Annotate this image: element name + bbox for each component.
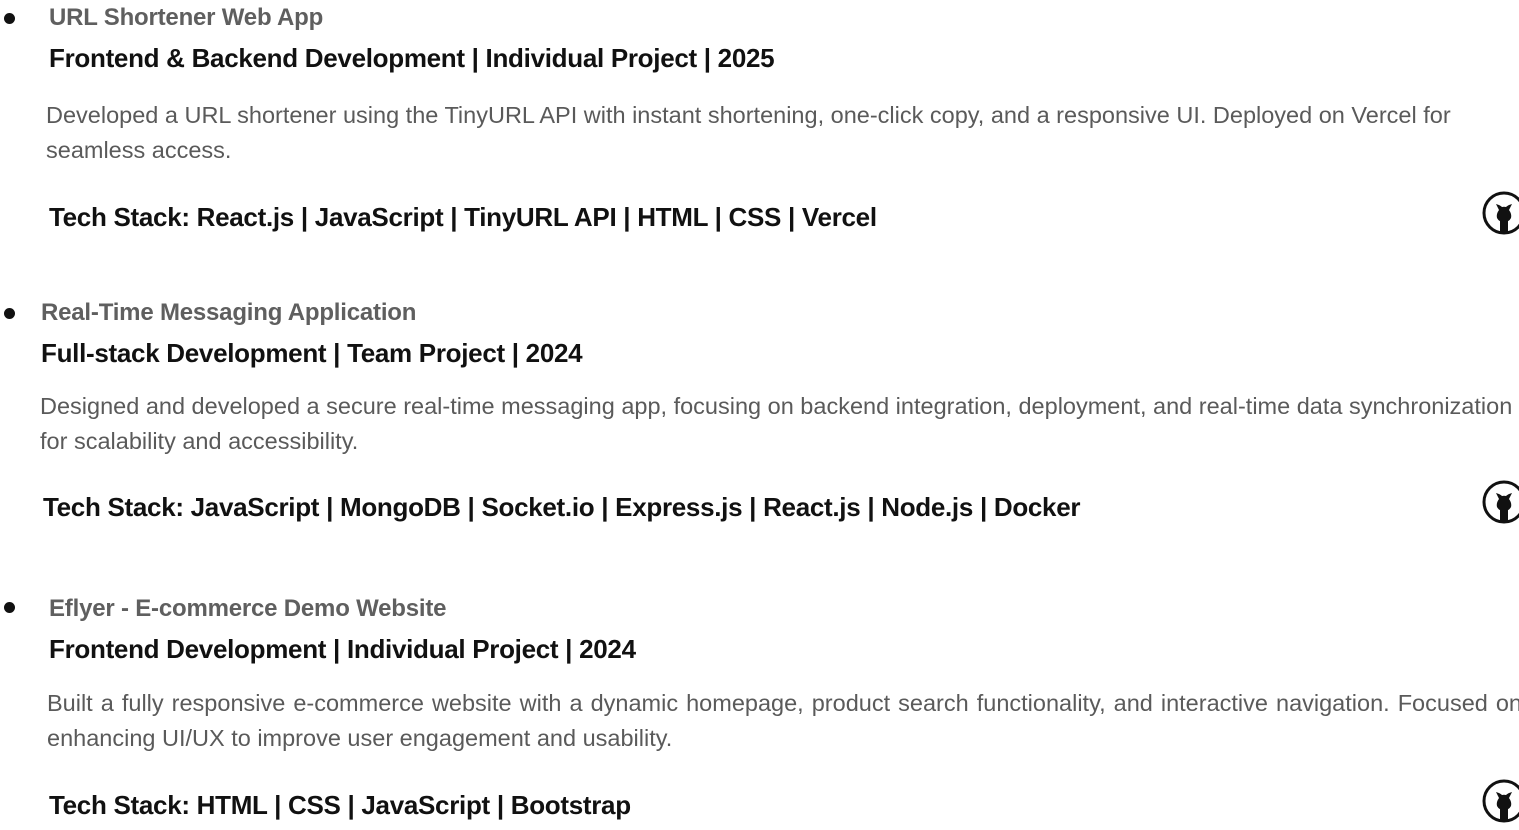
project-meta: Frontend Development | Individual Projec… <box>49 634 636 664</box>
project-description: Built a fully responsive e-commerce webs… <box>47 690 1519 751</box>
project-meta: Frontend & Backend Development | Individ… <box>49 43 775 73</box>
project-meta: Full-stack Development | Team Project | … <box>41 338 583 368</box>
github-icon[interactable] <box>1481 479 1519 525</box>
project-description: Designed and developed a secure real-tim… <box>40 393 1513 454</box>
bullet-icon <box>4 13 15 24</box>
project-title: URL Shortener Web App <box>49 4 324 31</box>
project-title: Eflyer - E-commerce Demo Website <box>49 595 447 622</box>
project-tech-stack: Tech Stack: React.js | JavaScript | Tiny… <box>49 202 877 232</box>
project-tech-stack: Tech Stack: JavaScript | MongoDB | Socke… <box>43 492 1081 522</box>
project-tech-stack: Tech Stack: HTML | CSS | JavaScript | Bo… <box>49 790 631 820</box>
project-title: Real-Time Messaging Application <box>41 299 417 326</box>
project-description: Developed a URL shortener using the Tiny… <box>46 102 1451 163</box>
github-icon[interactable] <box>1481 778 1519 824</box>
github-icon[interactable] <box>1481 190 1519 236</box>
bullet-icon <box>4 602 15 613</box>
bullet-icon <box>4 308 15 319</box>
